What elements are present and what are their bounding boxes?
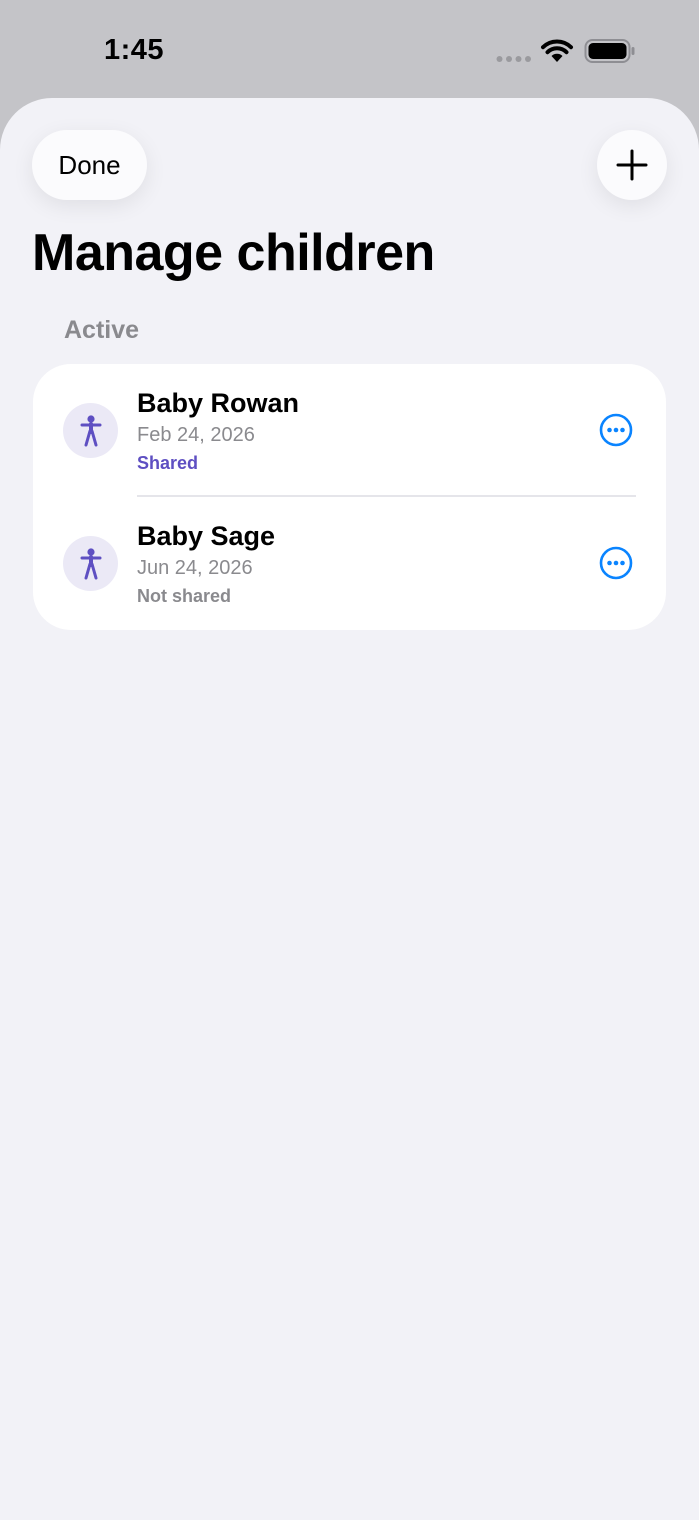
ellipsis-circle-icon[interactable] — [599, 546, 633, 580]
manage-children-sheet: Done Manage children Active Baby Rowan F… — [0, 98, 699, 1520]
children-list: Baby Rowan Feb 24, 2026 Shared Baby Sage… — [33, 364, 666, 630]
child-date: Feb 24, 2026 — [137, 424, 255, 446]
child-share-status: Shared — [137, 453, 199, 473]
child-date: Jun 24, 2026 — [137, 557, 253, 579]
child-avatar — [63, 403, 118, 458]
battery-icon — [584, 39, 635, 63]
child-avatar — [63, 536, 118, 591]
child-row[interactable]: Baby Sage Jun 24, 2026 Not shared — [33, 497, 666, 630]
cellular-signal-icon — [496, 56, 531, 62]
done-button[interactable]: Done — [32, 130, 147, 200]
child-name: Baby Sage — [137, 521, 276, 551]
person-figure-icon — [80, 547, 101, 579]
add-child-button[interactable] — [597, 130, 667, 200]
ellipsis-circle-icon[interactable] — [599, 413, 633, 447]
page-title: Manage children — [32, 224, 435, 282]
child-share-status: Not shared — [137, 586, 232, 606]
section-header-active: Active — [64, 316, 140, 344]
child-name: Baby Rowan — [137, 388, 300, 418]
wifi-icon — [541, 39, 573, 62]
person-figure-icon — [80, 414, 101, 446]
child-row[interactable]: Baby Rowan Feb 24, 2026 Shared — [33, 364, 666, 497]
status-time: 1:45 — [104, 34, 165, 66]
plus-icon — [616, 149, 648, 181]
status-bar: 1:45 — [0, 0, 699, 100]
